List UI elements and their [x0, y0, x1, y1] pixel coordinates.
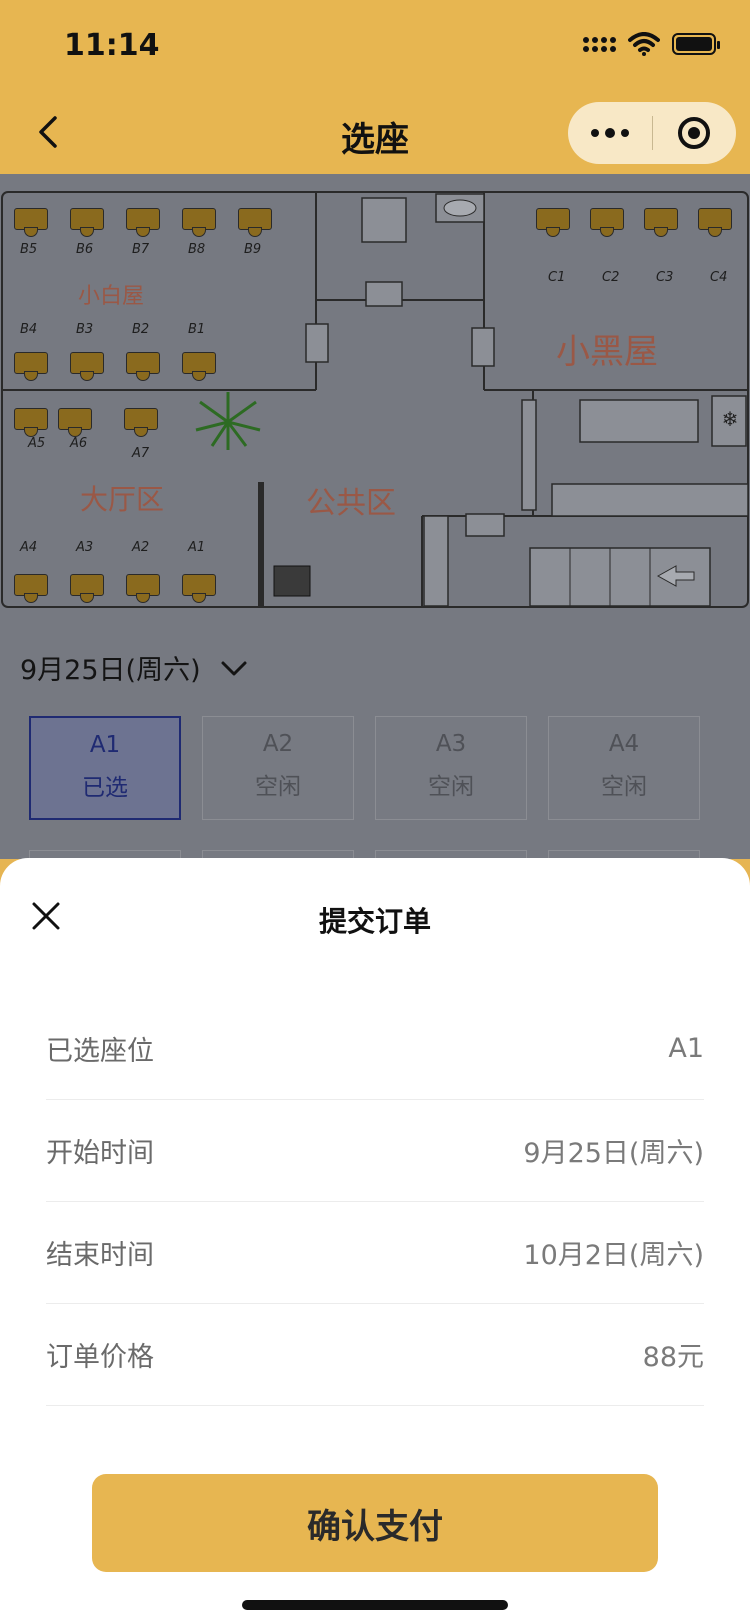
app-header: 11:14 选座: [0, 0, 750, 174]
status-time: 11:14: [64, 28, 160, 63]
seat-state: 空闲: [428, 774, 474, 800]
map-seat-label: C1: [548, 270, 566, 285]
map-seat-desk[interactable]: [14, 208, 48, 237]
row-value: 10月2日(周六): [523, 1240, 704, 1271]
row-value: 88元: [642, 1342, 704, 1373]
order-row-end-time: 结束时间 10月2日(周六): [46, 1202, 704, 1304]
order-row-seat: 已选座位 A1: [46, 998, 704, 1100]
map-seat-desk[interactable]: [182, 574, 216, 603]
map-seat-label: B7: [132, 242, 150, 257]
map-seat-label: B5: [20, 242, 38, 257]
map-seat-label: A4: [20, 540, 38, 555]
map-seat-label: C4: [710, 270, 728, 285]
map-seat-desk[interactable]: [126, 208, 160, 237]
map-seat-label: A2: [132, 540, 150, 555]
sheet-title: 提交订单: [318, 905, 431, 938]
row-label: 订单价格: [46, 1342, 154, 1373]
map-seat-desk[interactable]: [182, 352, 216, 381]
map-seat-label: B8: [188, 242, 206, 257]
map-seat-desk[interactable]: [182, 208, 216, 237]
map-seat-desk[interactable]: [70, 574, 104, 603]
map-seat-desk[interactable]: [14, 408, 48, 437]
confirm-payment-button[interactable]: 确认支付: [92, 1474, 658, 1572]
map-seat-label: B1: [188, 322, 206, 337]
seat-cell-a2[interactable]: A2 空闲: [202, 716, 354, 820]
map-seat-desk[interactable]: [590, 208, 624, 237]
map-seat-label: A3: [76, 540, 94, 555]
row-label: 已选座位: [46, 1036, 154, 1067]
seat-cell-a3[interactable]: A3 空闲: [375, 716, 527, 820]
zone-label-datingqu: 大厅区: [80, 483, 165, 516]
map-seat-label: B4: [20, 322, 38, 337]
floor-plan-map[interactable]: ❄ B5 B6 B7 B8 B9 B4 B3 B2 B1 A5 A6 A7 A4 A3 A2 A1 C1 C2 C3…: [0, 174, 750, 630]
target-icon: [678, 117, 710, 149]
map-seat-desk[interactable]: [58, 408, 92, 437]
map-seat-label: C3: [656, 270, 674, 285]
map-seat-desk[interactable]: [126, 574, 160, 603]
zone-label-xiaobaiwu: 小白屋: [78, 284, 145, 309]
map-seat-label: A6: [70, 436, 88, 451]
seat-code: A1: [89, 732, 121, 758]
order-row-price: 订单价格 88元: [46, 1304, 704, 1406]
row-label: 开始时间: [46, 1138, 154, 1169]
row-value: A1: [668, 1033, 704, 1064]
map-seat-desk[interactable]: [124, 408, 158, 437]
map-seat-desk[interactable]: [14, 574, 48, 603]
date-label: 9月25日(周六): [20, 655, 201, 686]
seat-grid: A1 已选 A2 空闲 A3 空闲 A4 空闲: [0, 704, 750, 954]
cellular-signal-icon: [583, 36, 616, 52]
seat-code: A3: [435, 731, 467, 757]
map-seat-desk[interactable]: [70, 352, 104, 381]
map-seat-label: C2: [602, 270, 620, 285]
map-seat-desk[interactable]: [644, 208, 678, 237]
map-seat-desk[interactable]: [70, 208, 104, 237]
map-seat-label: A1: [188, 540, 206, 555]
seat-cell-a1[interactable]: A1 已选: [29, 716, 181, 820]
row-value: 9月25日(周六): [523, 1138, 704, 1169]
seat-state: 空闲: [601, 774, 647, 800]
map-seat-label: B9: [244, 242, 262, 257]
zone-label-xiaoheiwu: 小黑屋: [556, 332, 658, 372]
svg-text:❄: ❄: [722, 407, 739, 431]
close-mini-program-button[interactable]: [653, 102, 735, 164]
order-row-start-time: 开始时间 9月25日(周六): [46, 1100, 704, 1202]
map-seat-label: B2: [132, 322, 150, 337]
seat-code: A4: [608, 731, 640, 757]
home-indicator: [242, 1600, 508, 1610]
battery-icon: [672, 33, 720, 55]
map-seat-desk[interactable]: [238, 208, 272, 237]
map-seat-desk[interactable]: [14, 352, 48, 381]
seat-cell-a4[interactable]: A4 空闲: [548, 716, 700, 820]
map-seat-label: A7: [132, 446, 150, 461]
seat-state: 空闲: [255, 774, 301, 800]
map-seat-desk[interactable]: [126, 352, 160, 381]
map-seat-label: B6: [76, 242, 94, 257]
date-selector[interactable]: 9月25日(周六): [0, 630, 750, 704]
map-seat-label: B3: [76, 322, 94, 337]
map-seat-desk[interactable]: [698, 208, 732, 237]
order-sheet: 提交订单 已选座位 A1 开始时间 9月25日(周六) 结束时间 10月2日(周…: [0, 858, 750, 1624]
seat-code: A2: [262, 731, 294, 757]
wifi-icon: [628, 32, 660, 56]
map-seat-desk[interactable]: [536, 208, 570, 237]
order-details: 已选座位 A1 开始时间 9月25日(周六) 结束时间 10月2日(周六) 订单…: [46, 998, 704, 1406]
plant-icon: [195, 392, 261, 450]
zone-label-gonggongqu: 公共区: [306, 486, 396, 521]
chevron-down-icon: [221, 661, 247, 676]
more-menu-button[interactable]: [568, 102, 652, 164]
mini-program-capsule: [568, 102, 736, 164]
map-seat-label: A5: [28, 436, 46, 451]
status-icons: [583, 32, 720, 56]
floor-plan-drawing: ❄: [1, 191, 749, 608]
seat-state: 已选: [82, 775, 128, 801]
row-label: 结束时间: [46, 1240, 154, 1271]
